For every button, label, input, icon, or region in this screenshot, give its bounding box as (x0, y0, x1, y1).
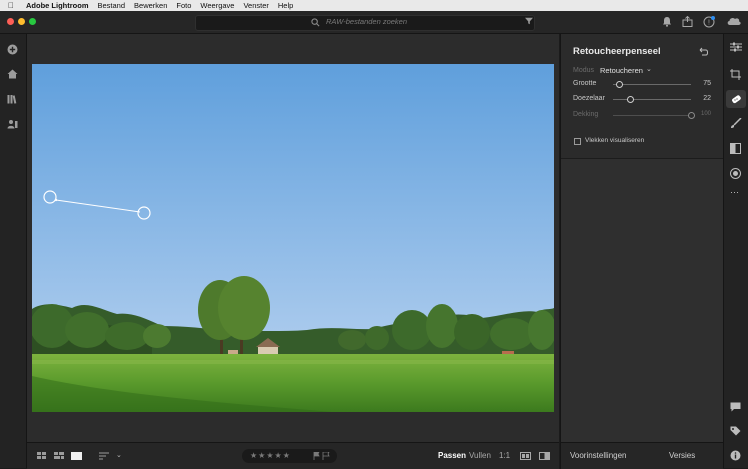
linear-gradient-icon[interactable] (730, 143, 741, 154)
menu-app-name[interactable]: Adobe Lightroom (26, 0, 89, 11)
window-controls (7, 18, 36, 25)
title-bar: RAW-bestanden zoeken ! (0, 11, 748, 34)
menubar:  Adobe Lightroom Bestand Bewerken Foto … (0, 0, 748, 11)
photo-canvas[interactable] (27, 34, 559, 442)
menu-bewerken[interactable]: Bewerken (134, 0, 167, 11)
menu-help[interactable]: Help (278, 0, 293, 11)
notifications-icon[interactable] (662, 16, 672, 27)
zoom-window-button[interactable] (29, 18, 36, 25)
menu-weergave[interactable]: Weergave (200, 0, 234, 11)
keywords-icon[interactable] (730, 426, 741, 436)
rating-pill: ★★★★★ (242, 449, 337, 463)
flag-icon[interactable] (313, 452, 331, 460)
crop-icon[interactable] (730, 69, 742, 80)
mode-label: Modus (573, 67, 595, 74)
chevron-down-icon[interactable]: ⌄ (116, 451, 122, 459)
add-photos-icon[interactable] (7, 44, 18, 55)
feather-slider-handle[interactable] (626, 96, 634, 103)
feather-value[interactable]: 22 (691, 95, 711, 102)
size-label: Grootte (573, 80, 597, 87)
detail-view-icon[interactable] (71, 452, 82, 460)
menu-venster[interactable]: Venster (243, 0, 268, 11)
more-icon[interactable]: ⋯ (730, 187, 739, 198)
panel-empty-area (561, 158, 723, 443)
photo-preview[interactable] (32, 64, 554, 412)
spot-arrow-head (54, 198, 58, 202)
star-rating[interactable]: ★★★★★ (250, 451, 291, 460)
photo-grid-icon[interactable] (54, 452, 64, 460)
size-slider-track[interactable] (613, 84, 691, 85)
size-value[interactable]: 75 (691, 80, 711, 87)
svg-text:!: ! (708, 20, 710, 27)
bottom-toolbar: ⌄ ★★★★★ Passen Vullen 1:1 (27, 442, 559, 469)
share-icon[interactable] (682, 16, 693, 27)
minimize-window-button[interactable] (18, 18, 25, 25)
people-icon[interactable] (7, 119, 18, 129)
presets-button[interactable]: Voorinstellingen (570, 451, 626, 460)
filter-icon[interactable] (525, 17, 533, 25)
right-rail: ⋯ (723, 34, 748, 468)
fit-button[interactable]: Passen (438, 451, 466, 460)
brush-icon[interactable] (730, 118, 742, 129)
cloud-sync-icon[interactable] (726, 16, 742, 26)
left-rail (0, 34, 27, 468)
fill-button[interactable]: Vullen (469, 451, 491, 460)
visualize-spots-checkbox[interactable] (574, 138, 581, 145)
radial-gradient-icon[interactable] (730, 168, 741, 179)
search-icon (311, 18, 320, 27)
healing-brush-icon[interactable] (730, 94, 742, 105)
landscape-photo (32, 64, 554, 412)
sort-icon[interactable] (99, 452, 110, 460)
compare-icon[interactable] (520, 452, 531, 460)
feather-slider-track[interactable] (613, 99, 691, 100)
square-grid-icon[interactable] (37, 452, 47, 460)
versions-button[interactable]: Versies (669, 451, 695, 460)
mode-select[interactable]: Retoucheren (600, 66, 643, 75)
panel-bottom-bar: Voorinstellingen Versies (560, 442, 723, 469)
size-slider-handle[interactable] (615, 81, 623, 88)
visualize-spots-label: Vlekken visualiseren (585, 137, 645, 144)
comments-icon[interactable] (730, 402, 741, 412)
home-icon[interactable] (7, 69, 18, 79)
before-after-icon[interactable] (539, 452, 550, 460)
search-input[interactable]: RAW-bestanden zoeken (326, 17, 407, 26)
library-icon[interactable] (7, 94, 18, 104)
search-box[interactable]: RAW-bestanden zoeken (195, 15, 535, 31)
help-icon[interactable]: ! (703, 16, 715, 28)
mode-chevron-down-icon[interactable]: ⌄ (646, 65, 652, 73)
healing-brush-panel: Retoucheerpenseel Modus Retoucheren ⌄ Gr… (560, 34, 723, 443)
close-window-button[interactable] (7, 18, 14, 25)
menu-foto[interactable]: Foto (176, 0, 191, 11)
ratio-button[interactable]: 1:1 (499, 451, 510, 460)
reset-icon[interactable] (699, 47, 709, 56)
edit-sliders-icon[interactable] (730, 42, 742, 52)
apple-icon[interactable]:  (8, 0, 14, 11)
info-icon[interactable] (730, 450, 741, 461)
menu-bestand[interactable]: Bestand (98, 0, 126, 11)
menu-items: Adobe Lightroom Bestand Bewerken Foto We… (26, 0, 293, 11)
feather-label: Doezelaar (573, 95, 605, 102)
panel-title: Retoucheerpenseel (573, 46, 661, 57)
opacity-slider-track[interactable] (613, 115, 691, 116)
opacity-label: Dekking (573, 111, 599, 118)
opacity-value[interactable]: 100 (691, 111, 711, 117)
